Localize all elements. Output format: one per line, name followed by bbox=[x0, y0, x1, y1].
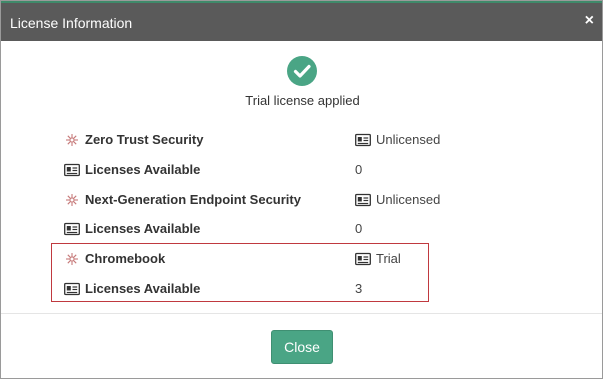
licenses-available-value: 0 bbox=[355, 221, 363, 236]
license-status-text: Unlicensed bbox=[376, 192, 441, 207]
license-card-icon bbox=[64, 222, 80, 236]
status-message: Trial license applied bbox=[245, 93, 360, 108]
license-card-icon bbox=[355, 193, 371, 207]
product-icon bbox=[66, 134, 78, 146]
license-information-dialog: License Information × Trial license appl… bbox=[0, 0, 603, 379]
license-card-icon bbox=[64, 163, 80, 177]
licenses-available-label: Licenses Available bbox=[85, 162, 201, 177]
product-icon bbox=[66, 194, 78, 206]
product-label: Zero Trust Security bbox=[85, 132, 204, 147]
license-row-zero-trust: Zero Trust Security Unlicensed bbox=[64, 130, 484, 150]
close-icon[interactable]: × bbox=[585, 12, 594, 30]
license-row-chromebook: Chromebook Trial bbox=[64, 249, 484, 269]
close-button[interactable]: Close bbox=[271, 330, 333, 364]
licenses-available-row-ngav: Licenses Available 0 bbox=[64, 219, 484, 239]
license-status-text: Trial bbox=[376, 251, 401, 266]
dialog-header: License Information × bbox=[1, 1, 602, 41]
licenses-available-row-zero-trust: Licenses Available 0 bbox=[64, 160, 484, 180]
dialog-title: License Information bbox=[10, 15, 133, 31]
check-circle-icon bbox=[287, 56, 317, 86]
licenses-available-value: 3 bbox=[355, 281, 363, 296]
license-card-icon bbox=[355, 133, 371, 147]
licenses-available-label: Licenses Available bbox=[85, 221, 201, 236]
product-icon bbox=[66, 253, 78, 265]
footer-divider bbox=[1, 313, 602, 314]
product-label: Next-Generation Endpoint Security bbox=[85, 192, 301, 207]
license-row-ngav: Next-Generation Endpoint Security Unlice… bbox=[64, 190, 484, 210]
licenses-available-row-chromebook: Licenses Available 3 bbox=[64, 279, 484, 299]
product-label: Chromebook bbox=[85, 251, 166, 266]
licenses-available-label: Licenses Available bbox=[85, 281, 201, 296]
licenses-available-value: 0 bbox=[355, 162, 363, 177]
license-status-text: Unlicensed bbox=[376, 132, 441, 147]
license-card-icon bbox=[355, 252, 371, 266]
license-card-icon bbox=[64, 282, 80, 296]
